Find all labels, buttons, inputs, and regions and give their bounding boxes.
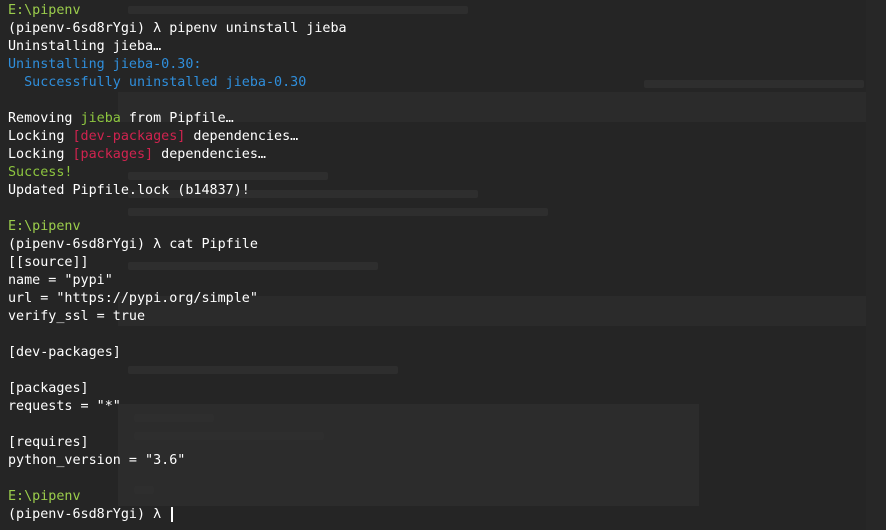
virtualenv-name: (pipenv-6sd8rYgi): [8, 507, 146, 522]
prompt-path-text: E:\pipenv: [8, 3, 81, 18]
output-line: [requires]: [8, 434, 886, 452]
output-line: python_version = "3.6": [8, 452, 886, 470]
output-line: Updated Pipfile.lock (b14837)!: [8, 182, 886, 200]
output-text: name = "pypi": [8, 273, 113, 288]
output-line-locking: Locking [dev-packages] dependencies…: [8, 128, 886, 146]
output-text: Updated Pipfile.lock (b14837)!: [8, 183, 250, 198]
output-line-info: Uninstalling jieba-0.30:: [8, 56, 886, 74]
output-text: requests = "*": [8, 399, 121, 414]
output-line: [dev-packages]: [8, 344, 886, 362]
output-text: [[source]]: [8, 255, 89, 270]
prompt-path-text: E:\pipenv: [8, 219, 81, 234]
output-text: [packages]: [8, 381, 89, 396]
active-command-line[interactable]: (pipenv-6sd8rYgi) λ: [8, 506, 886, 524]
output-line-info: Successfully uninstalled jieba-0.30: [8, 74, 886, 92]
output-text: Uninstalling jieba-0.30:: [8, 57, 202, 72]
output-line: name = "pypi": [8, 272, 886, 290]
prompt-path: E:\pipenv: [8, 488, 886, 506]
output-line: Uninstalling jieba…: [8, 38, 886, 56]
lambda-prompt-symbol: λ: [153, 507, 162, 522]
output-line-locking: Locking [packages] dependencies…: [8, 146, 886, 164]
prompt-path: E:\pipenv: [8, 2, 886, 20]
output-line: [[source]]: [8, 254, 886, 272]
output-text: url = "https://pypi.org/simple": [8, 291, 258, 306]
output-line: [packages]: [8, 380, 886, 398]
output-text: Locking: [8, 129, 73, 144]
output-text: Successfully uninstalled jieba-0.30: [8, 75, 307, 90]
output-line: url = "https://pypi.org/simple": [8, 290, 886, 308]
output-text: Uninstalling jieba…: [8, 39, 162, 54]
lambda-prompt-symbol: λ: [153, 237, 162, 252]
output-text: [dev-packages]: [8, 345, 121, 360]
output-text: [requires]: [8, 435, 89, 450]
lambda-prompt-symbol: λ: [153, 21, 162, 36]
output-text: dependencies…: [153, 147, 266, 162]
virtualenv-name: (pipenv-6sd8rYgi): [8, 21, 146, 36]
output-line: requests = "*": [8, 398, 886, 416]
section-tag: [dev-packages]: [72, 129, 186, 144]
output-text: verify_ssl = true: [8, 309, 146, 324]
output-line-removing: Removing jieba from Pipfile…: [8, 110, 886, 128]
prompt-path: E:\pipenv: [8, 218, 886, 236]
output-text: dependencies…: [185, 129, 299, 144]
section-tag: [packages]: [72, 147, 154, 162]
package-name: jieba: [80, 111, 121, 126]
command-line: (pipenv-6sd8rYgi) λ pipenv uninstall jie…: [8, 20, 886, 38]
output-line: verify_ssl = true: [8, 308, 886, 326]
command-line: (pipenv-6sd8rYgi) λ cat Pipfile: [8, 236, 886, 254]
output-text: Locking: [8, 147, 73, 162]
success-text: Success!: [8, 165, 73, 180]
text-cursor[interactable]: [171, 506, 174, 522]
output-text: from Pipfile…: [120, 111, 234, 126]
terminal-output[interactable]: E:\pipenv (pipenv-6sd8rYgi) λ pipenv unin…: [0, 0, 886, 530]
output-line-success: Success!: [8, 164, 886, 182]
output-text: python_version = "3.6": [8, 453, 186, 468]
virtualenv-name: (pipenv-6sd8rYgi): [8, 237, 146, 252]
prompt-path-text: E:\pipenv: [8, 489, 81, 504]
output-text: Removing: [8, 111, 81, 126]
command-text: pipenv uninstall jieba: [169, 21, 347, 36]
command-text: cat Pipfile: [169, 237, 258, 252]
